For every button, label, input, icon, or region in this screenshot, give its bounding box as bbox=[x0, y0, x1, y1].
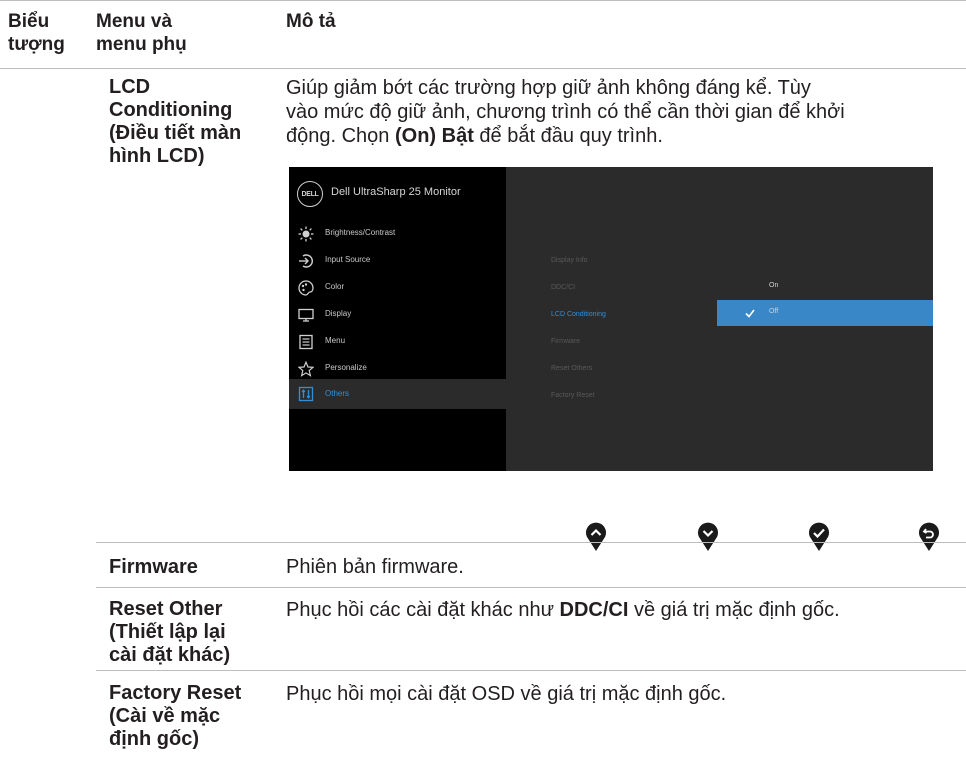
header-rule bbox=[0, 68, 966, 69]
firmware-description: Phiên bản firmware. bbox=[286, 556, 464, 578]
osd-sub-factory-reset[interactable]: Factory Reset bbox=[551, 392, 595, 399]
input-source-icon bbox=[299, 254, 313, 268]
display-icon bbox=[298, 308, 314, 322]
osd-screenshot: DELL Dell UltraSharp 25 Monitor Brightne… bbox=[289, 167, 933, 471]
reset-other-description: Phục hồi các cài đặt khác như DDC/CI về … bbox=[286, 599, 840, 621]
osd-menu-others[interactable]: Others bbox=[289, 379, 506, 409]
checkmark-icon bbox=[745, 309, 755, 318]
row-rule-firmware bbox=[96, 542, 966, 543]
osd-option-on[interactable]: On bbox=[717, 274, 933, 300]
reset-other-menu-label: Reset Other (Thiết lập lại cài đặt khác) bbox=[109, 598, 231, 666]
osd-sub-reset-others[interactable]: Reset Others bbox=[551, 365, 592, 372]
star-icon bbox=[298, 361, 314, 377]
osd-title: Dell UltraSharp 25 Monitor bbox=[331, 186, 461, 198]
lcd-conditioning-description: Giúp giảm bớt các trường hợp giữ ảnh khô… bbox=[286, 77, 845, 147]
osd-main-menu-panel: DELL Dell UltraSharp 25 Monitor Brightne… bbox=[289, 167, 506, 471]
factory-reset-description: Phục hồi mọi cài đặt OSD về giá trị mặc … bbox=[286, 683, 727, 705]
osd-sub-firmware[interactable]: Firmware bbox=[551, 338, 580, 345]
osd-sub-lcd-conditioning[interactable]: LCD Conditioning bbox=[551, 311, 606, 318]
brightness-icon bbox=[298, 226, 314, 242]
osd-sub-display-info[interactable]: Display Info bbox=[551, 257, 588, 264]
row-rule-reset-other bbox=[96, 587, 966, 588]
dell-logo: DELL bbox=[297, 181, 323, 207]
header-menu-column: Menu và menu phụ bbox=[96, 11, 187, 55]
osd-menu-menu[interactable]: Menu bbox=[289, 329, 506, 356]
osd-option-off[interactable]: Off bbox=[717, 300, 933, 326]
down-icon[interactable] bbox=[697, 522, 719, 552]
osd-menu-brightness-contrast[interactable]: Brightness/Contrast bbox=[289, 221, 506, 248]
osd-sub-ddc-ci[interactable]: DDC/CI bbox=[551, 284, 575, 291]
menu-icon bbox=[299, 334, 313, 350]
back-icon[interactable] bbox=[918, 522, 940, 552]
osd-menu-display[interactable]: Display bbox=[289, 302, 506, 329]
up-icon[interactable] bbox=[585, 522, 607, 552]
top-rule bbox=[0, 0, 966, 1]
header-icon-column: Biểu tượng bbox=[8, 11, 65, 55]
osd-menu-input-source[interactable]: Input Source bbox=[289, 248, 506, 275]
check-icon[interactable] bbox=[808, 522, 830, 552]
lcd-conditioning-menu-label: LCD Conditioning (Điều tiết màn hình LCD… bbox=[109, 76, 242, 167]
others-icon bbox=[298, 386, 314, 402]
factory-reset-menu-label: Factory Reset (Cài về mặc định gốc) bbox=[109, 682, 242, 750]
header-description-column: Mô tả bbox=[286, 11, 336, 32]
osd-menu-color[interactable]: Color bbox=[289, 275, 506, 302]
color-icon bbox=[298, 280, 314, 296]
firmware-menu-label: Firmware bbox=[109, 556, 198, 578]
row-rule-factory-reset bbox=[96, 670, 966, 671]
